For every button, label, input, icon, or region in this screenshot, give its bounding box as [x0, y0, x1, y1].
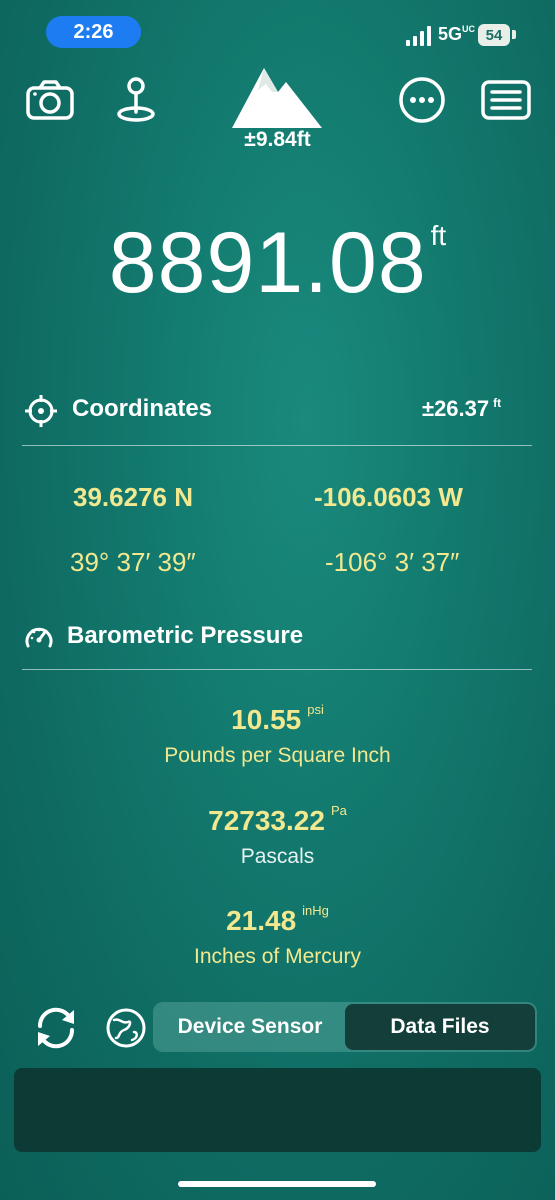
gauge-icon: [25, 627, 53, 648]
pressure-reading-inhg: 21.48 inHg Inches of Mercury: [194, 903, 361, 968]
longitude-decimal: -106.0603 W: [314, 482, 463, 512]
elevation-precision: ±9.84ft: [244, 128, 311, 151]
battery-indicator: 54: [478, 24, 510, 46]
location-pin-icon[interactable]: [110, 74, 162, 126]
elevation-display: 8891.08 ft: [0, 214, 555, 313]
network-indicator: 5GUC: [438, 24, 476, 44]
coordinates-divider: [22, 445, 532, 446]
latitude-dms: 39° 37′ 39″: [70, 547, 196, 577]
elevation-value: 8891.08: [108, 215, 427, 311]
pressure-title: Barometric Pressure: [67, 622, 304, 649]
home-indicator[interactable]: [178, 1181, 376, 1187]
data-files-option[interactable]: Data Files: [345, 1004, 535, 1050]
camera-icon[interactable]: [24, 74, 76, 126]
globe-icon[interactable]: [104, 1006, 148, 1050]
list-icon[interactable]: [480, 74, 532, 126]
status-time: 2:26: [46, 16, 141, 48]
coordinates-title: Coordinates: [72, 395, 213, 422]
latitude-decimal: 39.6276 N: [73, 482, 193, 512]
bottom-panel: [14, 1068, 541, 1152]
source-segmented-control: Device Sensor Data Files: [153, 1002, 537, 1052]
elevation-unit: ft: [430, 220, 447, 251]
signal-icon: [406, 26, 431, 46]
crosshair-icon: [25, 395, 57, 427]
more-icon[interactable]: [396, 74, 448, 126]
battery-nub: [512, 30, 516, 39]
pressure-divider: [22, 669, 532, 670]
device-sensor-option[interactable]: Device Sensor: [155, 1004, 345, 1050]
longitude-dms: -106° 3′ 37″: [325, 547, 460, 577]
pressure-reading-psi: 10.55 psi Pounds per Square Inch: [164, 702, 391, 767]
mountain-icon[interactable]: [228, 66, 326, 130]
coordinates-accuracy: ±26.37 ft: [422, 396, 502, 421]
pressure-reading-pa: 72733.22 Pa Pascals: [208, 803, 347, 868]
refresh-icon[interactable]: [30, 1002, 82, 1054]
